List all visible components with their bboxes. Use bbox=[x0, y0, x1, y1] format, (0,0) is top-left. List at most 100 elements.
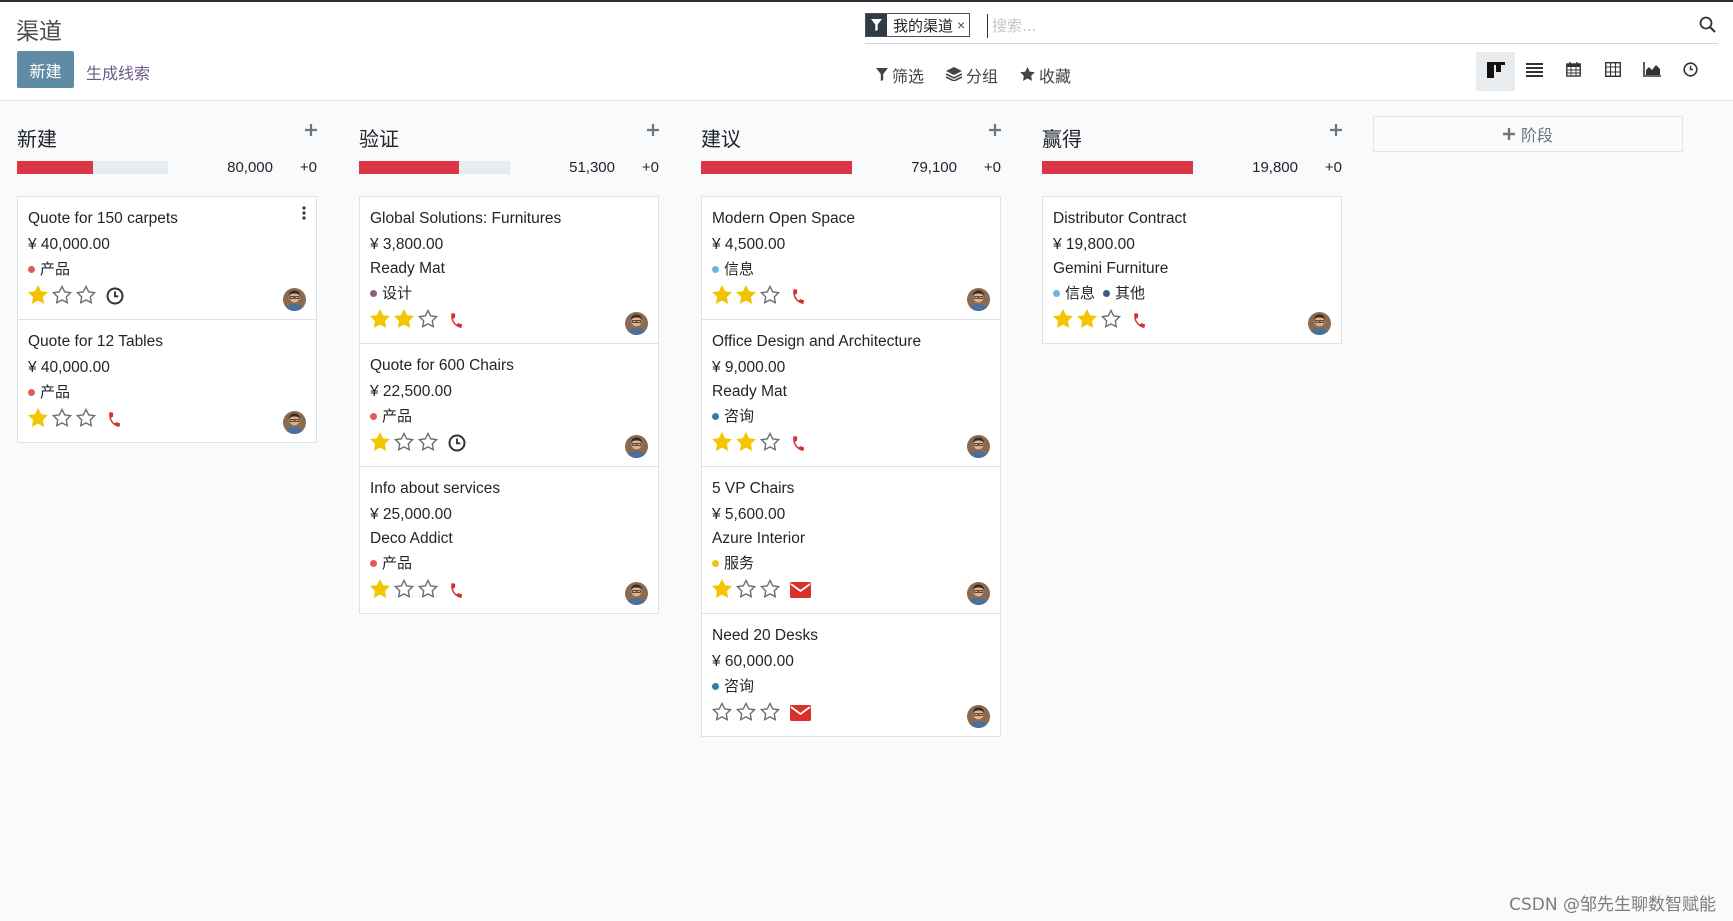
salesperson-avatar[interactable] bbox=[625, 312, 648, 335]
salesperson-avatar[interactable] bbox=[283, 288, 306, 311]
star-empty-icon[interactable] bbox=[393, 578, 415, 602]
star-empty-icon[interactable] bbox=[393, 431, 415, 455]
star-empty-icon[interactable] bbox=[735, 578, 757, 602]
list-view-button[interactable] bbox=[1515, 52, 1554, 91]
salesperson-avatar[interactable] bbox=[967, 288, 990, 311]
star-filled-icon[interactable] bbox=[1053, 308, 1073, 332]
phone-activity-icon[interactable] bbox=[1131, 312, 1148, 329]
star-filled-icon[interactable] bbox=[370, 431, 390, 455]
add-stage-label: 阶段 bbox=[1520, 126, 1553, 145]
star-empty-icon[interactable] bbox=[417, 431, 439, 455]
opportunity-card[interactable]: Modern Open Space ¥ 4,500.00 信息 bbox=[702, 197, 1000, 320]
salesperson-avatar[interactable] bbox=[967, 705, 990, 728]
column-title[interactable]: 新建 bbox=[17, 123, 57, 152]
salesperson-avatar[interactable] bbox=[1308, 312, 1331, 335]
phone-activity-icon[interactable] bbox=[790, 288, 807, 305]
star-empty-icon[interactable] bbox=[75, 284, 97, 308]
card-list: Global Solutions: Furnitures ¥ 3,800.00 Re… bbox=[359, 196, 659, 614]
star-empty-icon[interactable] bbox=[417, 578, 439, 602]
column-progress-bar[interactable] bbox=[1042, 161, 1193, 174]
opportunity-card[interactable]: Info about services ¥ 25,000.00 Deco Addic… bbox=[360, 467, 658, 613]
opportunity-card[interactable]: Distributor Contract ¥ 19,800.00 Gemini Fu… bbox=[1043, 197, 1341, 343]
salesperson-avatar[interactable] bbox=[625, 582, 648, 605]
column-progress-bar[interactable] bbox=[359, 161, 510, 174]
email-activity-icon[interactable] bbox=[790, 705, 811, 721]
card-menu-icon[interactable] bbox=[302, 206, 306, 224]
add-stage-button[interactable]: 阶段 bbox=[1373, 116, 1683, 152]
tag-color-dot bbox=[1103, 289, 1111, 297]
salesperson-avatar[interactable] bbox=[283, 411, 306, 434]
card-title: Office Design and Architecture bbox=[712, 333, 922, 350]
column-title[interactable]: 建议 bbox=[701, 123, 741, 152]
star-filled-icon[interactable] bbox=[712, 578, 732, 602]
quick-create-icon[interactable] bbox=[647, 123, 659, 140]
pivot-view-button[interactable] bbox=[1593, 52, 1632, 91]
star-empty-icon[interactable] bbox=[759, 701, 781, 725]
new-button[interactable]: 新建 bbox=[17, 51, 74, 88]
star-filled-icon[interactable] bbox=[370, 308, 390, 332]
email-activity-icon[interactable] bbox=[790, 582, 811, 598]
star-empty-icon[interactable] bbox=[1100, 308, 1122, 332]
star-empty-icon[interactable] bbox=[417, 308, 439, 332]
opportunity-card[interactable]: Office Design and Architecture ¥ 9,000.00… bbox=[702, 320, 1000, 467]
star-filled-icon[interactable] bbox=[736, 431, 756, 455]
tag-color-dot bbox=[712, 412, 719, 420]
progress-fill bbox=[701, 161, 852, 174]
search-facet[interactable]: 我的渠道 × bbox=[865, 13, 971, 37]
salesperson-avatar[interactable] bbox=[625, 435, 648, 458]
phone-activity-icon[interactable] bbox=[448, 582, 465, 599]
star-filled-icon[interactable] bbox=[736, 284, 756, 308]
facet-close-icon[interactable]: × bbox=[957, 14, 969, 36]
group-by-button[interactable]: 分组 bbox=[945, 63, 998, 87]
opportunity-card[interactable]: Quote for 150 carpets ¥ 40,000.00 产品 bbox=[18, 197, 316, 320]
star-filled-icon[interactable] bbox=[1077, 308, 1097, 332]
column-title[interactable]: 赢得 bbox=[1042, 123, 1082, 152]
star-empty-icon[interactable] bbox=[51, 407, 73, 431]
clock-activity-icon[interactable] bbox=[106, 287, 124, 305]
search-input[interactable] bbox=[987, 14, 1667, 38]
column-progress-bar[interactable] bbox=[17, 161, 168, 174]
filter-button[interactable]: 筛选 bbox=[876, 63, 924, 87]
star-filled-icon[interactable] bbox=[28, 284, 48, 308]
star-empty-icon[interactable] bbox=[75, 407, 97, 431]
star-empty-icon[interactable] bbox=[759, 431, 781, 455]
opportunity-card[interactable]: 5 VP Chairs ¥ 5,600.00 Azure Interior 服务 bbox=[702, 467, 1000, 614]
salesperson-avatar[interactable] bbox=[967, 582, 990, 605]
quick-create-icon[interactable] bbox=[1330, 123, 1342, 140]
star-filled-icon[interactable] bbox=[28, 407, 48, 431]
calendar-view-button[interactable] bbox=[1554, 52, 1593, 91]
favorites-button[interactable]: 收藏 bbox=[1020, 63, 1071, 87]
salesperson-avatar[interactable] bbox=[967, 435, 990, 458]
star-empty-icon[interactable] bbox=[759, 578, 781, 602]
generate-leads-button[interactable]: 生成线索 bbox=[86, 60, 150, 84]
star-filled-icon[interactable] bbox=[394, 308, 414, 332]
star-empty-icon[interactable] bbox=[759, 284, 781, 308]
card-title: Need 20 Desks bbox=[712, 627, 818, 644]
star-empty-icon[interactable] bbox=[51, 284, 73, 308]
column-title[interactable]: 验证 bbox=[359, 123, 399, 152]
star-filled-icon[interactable] bbox=[712, 284, 732, 308]
quick-create-icon[interactable] bbox=[989, 123, 1001, 140]
search-icon[interactable] bbox=[1699, 16, 1716, 37]
column-progress-bar[interactable] bbox=[701, 161, 852, 174]
phone-activity-icon[interactable] bbox=[448, 312, 465, 329]
quick-create-icon[interactable] bbox=[305, 123, 317, 140]
opportunity-card[interactable]: Need 20 Desks ¥ 60,000.00 咨询 bbox=[702, 614, 1000, 736]
graph-view-button[interactable] bbox=[1632, 52, 1671, 91]
opportunity-card[interactable]: Quote for 600 Chairs ¥ 22,500.00 产品 bbox=[360, 344, 658, 467]
star-empty-icon[interactable] bbox=[735, 701, 757, 725]
phone-activity-icon[interactable] bbox=[106, 411, 123, 428]
opportunity-card[interactable]: Quote for 12 Tables ¥ 40,000.00 产品 bbox=[18, 320, 316, 442]
star-filled-icon[interactable] bbox=[370, 578, 390, 602]
tag-color-dot bbox=[370, 289, 377, 297]
card-amount: ¥ 22,500.00 bbox=[370, 383, 452, 400]
clock-activity-icon[interactable] bbox=[448, 434, 466, 452]
star-empty-icon[interactable] bbox=[711, 701, 733, 725]
card-partner: Ready Mat bbox=[370, 260, 445, 277]
star-filled-icon[interactable] bbox=[712, 431, 732, 455]
activity-view-button[interactable] bbox=[1671, 52, 1710, 91]
opportunity-card[interactable]: Global Solutions: Furnitures ¥ 3,800.00 Re… bbox=[360, 197, 658, 344]
tag-list: 产品 bbox=[370, 406, 648, 426]
phone-activity-icon[interactable] bbox=[790, 435, 807, 452]
kanban-view-button[interactable] bbox=[1476, 52, 1515, 91]
